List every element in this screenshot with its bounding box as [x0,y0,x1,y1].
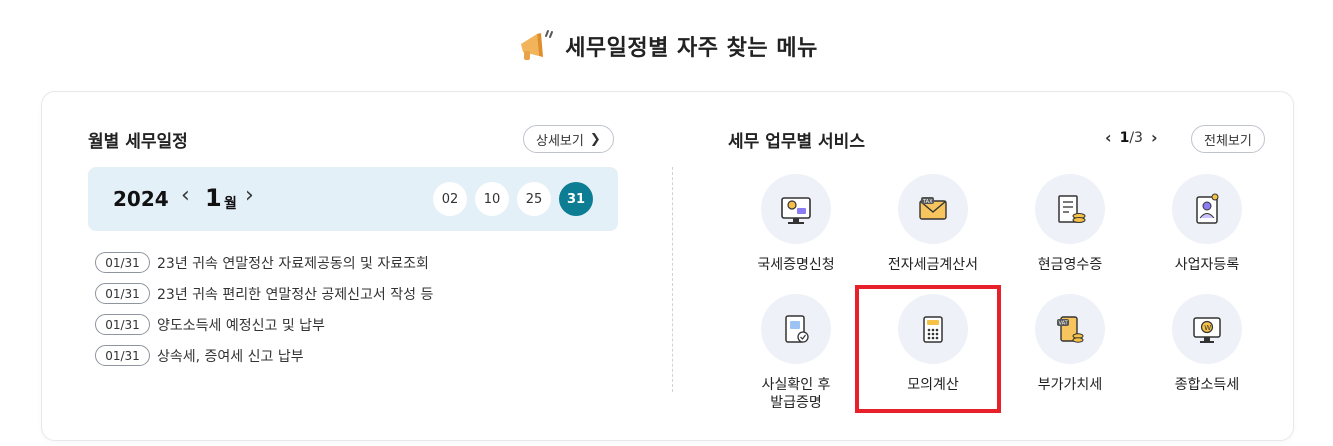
schedule-item[interactable]: 01/31 23년 귀속 연말정산 자료제공동의 및 자료조회 [95,252,595,273]
schedule-title: 월별 세무일정 [88,132,188,152]
svg-text:W: W [1204,324,1211,332]
svg-text:VAT: VAT [1059,321,1069,327]
schedule-date-badge: 01/31 [95,252,150,273]
service-label: 사실확인 후 [761,377,831,393]
page-title: 세무일정별 자주 찾는 메뉴 [565,36,818,61]
service-label: 국세증명신청 [757,257,835,273]
month-selector: 2024 ‹ 1 월 › 02 10 25 31 [88,167,618,231]
service-cash-receipt[interactable]: 현금영수증 [1005,174,1135,274]
panel-divider [672,167,673,392]
service-label: 종합소득세 [1174,377,1240,393]
schedule-item-text: 23년 귀속 편리한 연말정산 공제신고서 작성 등 [157,286,434,303]
view-all-button[interactable]: 전체보기 [1191,125,1265,153]
chevron-left-icon[interactable]: ‹ [1105,128,1112,147]
svg-text:TAX: TAX [922,199,933,205]
service-fact-confirmation[interactable]: 사실확인 후 발급증명 [731,294,861,412]
next-month-icon[interactable]: › [245,185,254,207]
schedule-item-text: 양도소득세 예정신고 및 납부 [157,317,325,334]
certificate-monitor-icon [781,197,811,224]
service-icon-bg [761,294,831,364]
service-label-line2: 발급증명 [770,395,822,411]
day-chip[interactable]: 25 [517,182,551,216]
cash-receipt-icon [1058,195,1086,223]
month-label: 1 [205,184,222,212]
schedule-item[interactable]: 01/31 23년 귀속 편리한 연말정산 공제신고서 작성 등 [95,283,595,304]
services-pager: ‹ 1/3 › [1105,128,1158,147]
schedule-item[interactable]: 01/31 상속세, 증여세 신고 납부 [95,345,595,366]
service-tax-certificate[interactable]: 국세증명신청 [731,174,861,274]
schedule-item[interactable]: 01/31 양도소득세 예정신고 및 납부 [95,314,595,335]
section-heading: 세무일정별 자주 찾는 메뉴 [0,26,1333,66]
year-label: 2024 [113,187,169,211]
day-chip[interactable]: 02 [433,182,467,216]
pager-current: 1 [1119,129,1130,146]
day-chip[interactable]: 10 [475,182,509,216]
pager-total: /3 [1129,129,1143,146]
vat-document-icon: VAT [1057,316,1084,343]
service-icon-bg: W [1172,294,1242,364]
tax-invoice-envelope-icon: TAX [919,197,947,220]
service-business-registration[interactable]: 사업자등록 [1142,174,1272,274]
service-vat[interactable]: VAT 부가가치세 [1005,294,1135,394]
fact-confirmation-document-icon [785,315,809,343]
income-tax-monitor-icon: W [1193,317,1221,343]
day-chip-selected[interactable]: 31 [559,182,593,216]
service-label: 현금영수증 [1037,257,1103,273]
service-income-tax[interactable]: W 종합소득세 [1142,294,1272,394]
business-registration-icon [1196,193,1219,224]
schedule-item-text: 상속세, 증여세 신고 납부 [157,348,304,365]
service-icon-bg [1035,174,1105,244]
tax-menu-card: 월별 세무일정 상세보기 ❯ 2024 ‹ 1 월 › 02 10 25 31 … [41,91,1294,441]
schedule-item-text: 23년 귀속 연말정산 자료제공동의 및 자료조회 [157,255,429,272]
chevron-right-icon: ❯ [589,131,601,147]
service-e-tax-invoice[interactable]: TAX 전자세금계산서 [868,174,998,274]
month-unit-label: 월 [224,196,237,212]
service-label: 전자세금계산서 [887,257,979,273]
schedule-more-label: 상세보기 [536,133,584,149]
schedule-date-badge: 01/31 [95,345,150,366]
schedule-more-button[interactable]: 상세보기 ❯ [523,125,614,153]
prev-month-icon[interactable]: ‹ [181,185,190,207]
service-icon-bg: VAT [1035,294,1105,364]
service-label: 사업자등록 [1174,257,1240,273]
highlight-box [855,285,1001,413]
service-icon-bg [761,174,831,244]
service-icon-bg: TAX [898,174,968,244]
megaphone-icon [521,30,554,60]
services-title: 세무 업무별 서비스 [728,132,865,152]
service-icon-bg [1172,174,1242,244]
service-label: 부가가치세 [1037,377,1103,393]
chevron-right-icon[interactable]: › [1151,128,1158,147]
schedule-date-badge: 01/31 [95,314,150,335]
schedule-date-badge: 01/31 [95,283,150,304]
